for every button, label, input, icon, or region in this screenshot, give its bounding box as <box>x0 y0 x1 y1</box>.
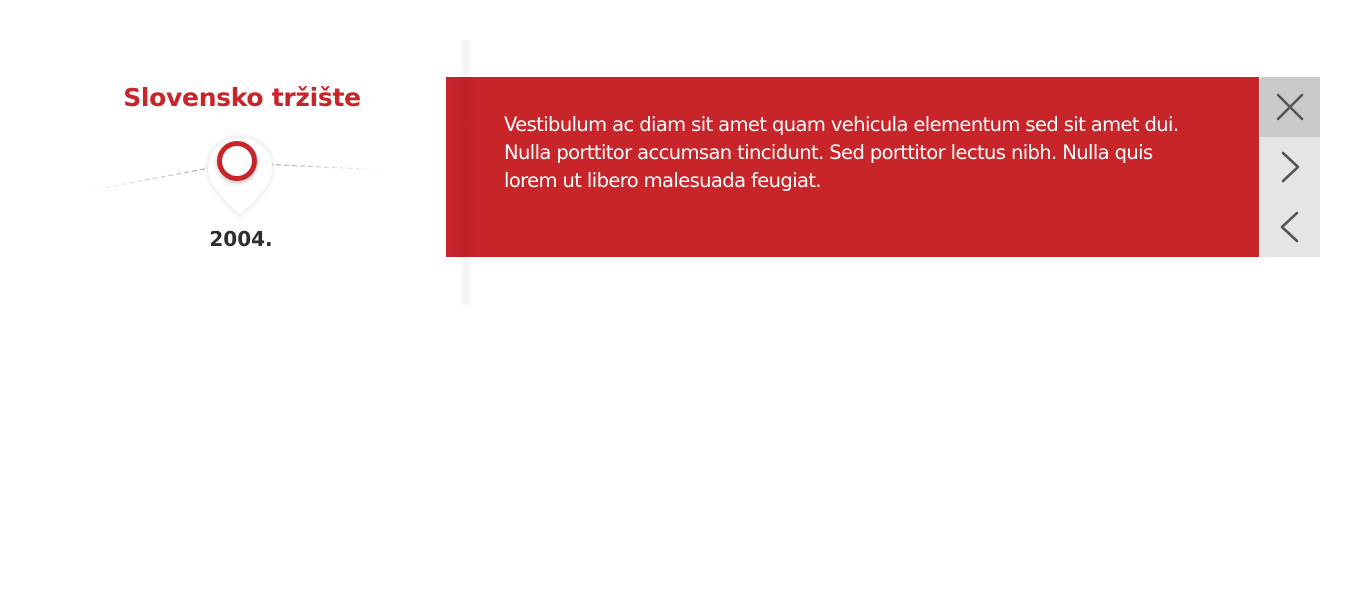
marker-ring <box>217 141 257 181</box>
close-button[interactable] <box>1260 77 1320 137</box>
next-button[interactable] <box>1260 137 1320 197</box>
prev-button[interactable] <box>1260 197 1320 257</box>
close-icon <box>1276 93 1304 121</box>
marker-year: 2004. <box>209 227 273 251</box>
panel-controls <box>1260 77 1320 257</box>
info-text: Vestibulum ac diam sit amet quam vehicul… <box>504 113 1179 192</box>
timeline-marker[interactable]: Slovensko tržište 2004. <box>60 70 420 270</box>
chevron-right-icon <box>1281 151 1300 183</box>
timeline-detail-view: Slovensko tržište 2004. Vestibulum ac di… <box>0 0 1360 607</box>
info-panel: Vestibulum ac diam sit amet quam vehicul… <box>446 77 1259 257</box>
chevron-left-icon <box>1280 211 1299 243</box>
